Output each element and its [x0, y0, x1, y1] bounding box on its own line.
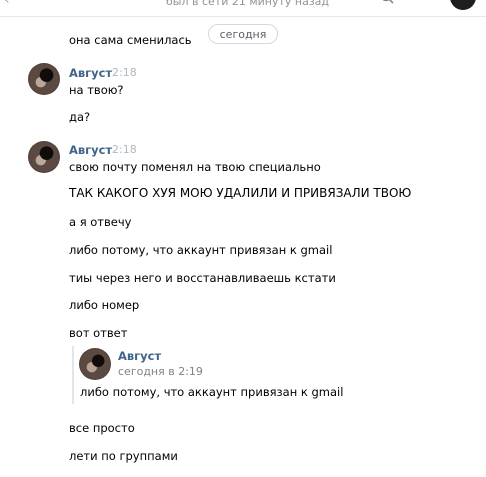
forwarded-time[interactable]: сегодня в 2:19 — [118, 365, 203, 378]
message-author[interactable]: Август — [69, 66, 112, 80]
message-time[interactable]: 2:18 — [112, 66, 137, 79]
header-avatar[interactable] — [450, 0, 476, 10]
date-divider: сегодня — [208, 24, 278, 44]
forwarded-quote-bar — [72, 346, 74, 404]
chat-header: ‹ был в сети 21 минуту назад — [0, 0, 486, 17]
forwarded-avatar[interactable] — [79, 348, 111, 380]
avatar[interactable] — [28, 63, 60, 95]
message-text: вот ответ — [69, 326, 128, 340]
message-text: лети по группами — [69, 449, 178, 463]
message-text: либо потому, что аккаунт привязан к gmai… — [69, 243, 333, 257]
message-text: а я отвечу — [69, 215, 132, 229]
message-text: все просто — [69, 421, 135, 435]
message-text: либо номер — [69, 298, 140, 312]
message-text: ТАК КАКОГО ХУЯ МОЮ УДАЛИЛИ И ПРИВЯЗАЛИ Т… — [69, 186, 412, 200]
avatar[interactable] — [28, 141, 60, 173]
forwarded-text: либо потому, что аккаунт привязан к gmai… — [80, 385, 344, 399]
forwarded-author[interactable]: Август — [118, 349, 161, 363]
message-text: на твою? — [69, 83, 124, 97]
online-status: был в сети 21 минуту назад — [166, 0, 330, 8]
back-arrow-icon[interactable]: ‹ — [4, 0, 10, 8]
message-author[interactable]: Август — [69, 143, 112, 157]
message-text: она сама сменилась — [69, 33, 192, 47]
message-text: да? — [69, 110, 91, 124]
message-text: свою почту поменял на твою специально — [69, 160, 321, 174]
search-icon[interactable] — [380, 0, 394, 4]
message-time[interactable]: 2:18 — [112, 143, 137, 156]
message-text: тиы через него и восстанавливаешь кстати — [69, 271, 336, 285]
